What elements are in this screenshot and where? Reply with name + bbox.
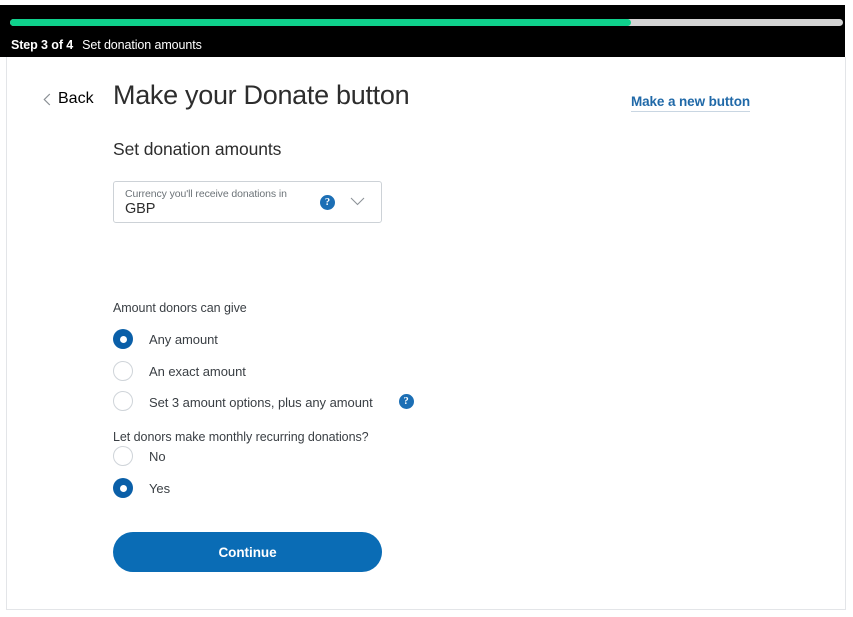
step-name-label: Set donation amounts xyxy=(82,38,202,52)
chevron-down-icon[interactable] xyxy=(350,197,365,206)
progress-bar-track xyxy=(10,19,843,26)
step-indicator: Step 3 of 4 Set donation amounts xyxy=(11,37,202,53)
radio-option-exact-amount[interactable]: An exact amount xyxy=(113,361,246,381)
make-a-new-button-link[interactable]: Make a new button xyxy=(630,94,750,112)
radio-indicator-unselected[interactable] xyxy=(113,446,133,466)
currency-select-value: GBP xyxy=(125,201,156,217)
amount-group-label: Amount donors can give xyxy=(113,301,247,315)
radio-label: No xyxy=(149,448,166,464)
page-header: Back Make your Donate button Make a new … xyxy=(7,57,845,129)
progress-bar-fill xyxy=(10,19,631,26)
step-progress-banner: Step 3 of 4 Set donation amounts xyxy=(0,5,845,57)
step-counter-label: Step 3 of 4 xyxy=(11,38,74,52)
back-link[interactable]: Back xyxy=(43,90,94,108)
radio-label: Any amount xyxy=(149,331,218,347)
radio-indicator-unselected[interactable] xyxy=(113,391,133,411)
radio-indicator-selected[interactable] xyxy=(113,478,133,498)
radio-label: An exact amount xyxy=(149,363,246,379)
recurring-group-label: Let donors make monthly recurring donati… xyxy=(113,430,369,444)
help-icon[interactable]: ? xyxy=(398,394,414,409)
page-root: Step 3 of 4 Set donation amounts Back Mak… xyxy=(0,0,853,617)
page-title: Make your Donate button xyxy=(113,80,410,110)
radio-option-recurring-no[interactable]: No xyxy=(113,446,166,466)
radio-option-three-amounts[interactable]: Set 3 amount options, plus any amount ? xyxy=(113,391,414,411)
radio-option-any-amount[interactable]: Any amount xyxy=(113,329,218,349)
currency-select[interactable]: Currency you'll receive donations in GBP… xyxy=(113,181,382,223)
radio-label: Set 3 amount options, plus any amount xyxy=(149,395,373,410)
back-link-label: Back xyxy=(58,90,94,107)
section-heading: Set donation amounts xyxy=(113,139,282,159)
help-icon[interactable]: ? xyxy=(320,195,335,210)
chevron-left-icon xyxy=(43,93,51,106)
radio-indicator-selected[interactable] xyxy=(113,329,133,349)
radio-option-recurring-yes[interactable]: Yes xyxy=(113,478,170,498)
radio-indicator-unselected[interactable] xyxy=(113,361,133,381)
radio-label: Yes xyxy=(149,480,171,496)
main-content-card: Back Make your Donate button Make a new … xyxy=(6,57,846,610)
currency-select-label: Currency you'll receive donations in xyxy=(125,188,287,200)
continue-button[interactable]: Continue xyxy=(113,532,382,572)
